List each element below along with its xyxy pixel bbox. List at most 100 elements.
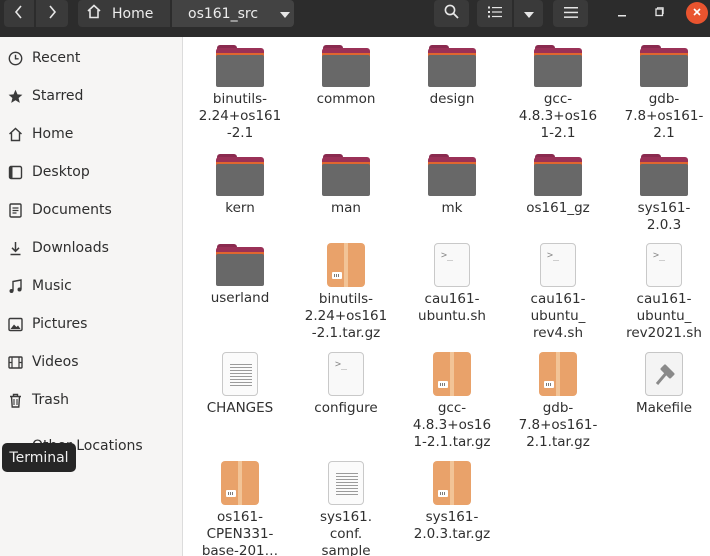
file-item[interactable]: >_ configure [296,352,396,417]
sidebar-item-label: Home [32,126,74,142]
list-view-icon [487,6,502,22]
archive-icon [327,243,365,287]
close-button[interactable] [686,2,708,24]
file-item[interactable]: sys161- 2.0.3 [614,154,710,234]
file-item[interactable]: >_ cau161- ubuntu.sh [402,243,502,325]
file-item[interactable]: binutils- 2.24+os161 -2.1.tar.gz [296,243,396,342]
back-button[interactable] [4,0,34,27]
minimize-icon [617,6,627,20]
folder-icon [216,244,264,286]
sidebar-item-label: Downloads [32,240,109,256]
file-name: gcc- 4.8.3+os16 1-2.1 [518,91,598,141]
file-item[interactable]: CHANGES [190,352,290,417]
home-icon [86,4,102,23]
sidebar-item-documents[interactable]: Documents [0,193,183,227]
folder-icon [640,45,688,87]
sidebar-item-home[interactable]: Home [0,117,183,151]
file-item[interactable]: >_ cau161- ubuntu_ rev2021.sh [614,243,710,342]
file-item[interactable]: gdb- 7.8+os161- 2.1.tar.gz [508,352,608,451]
folder-icon [640,154,688,196]
file-item[interactable]: gdb- 7.8+os161- 2.1 [614,45,710,142]
file-name: design [429,91,475,107]
sidebar: Recent Starred Home Desktop Documents Do… [0,37,183,556]
text-file-icon [328,461,364,505]
file-item[interactable]: common [296,45,396,108]
sidebar-item-starred[interactable]: Starred [0,79,183,113]
folder-icon [216,45,264,87]
sidebar-item-label: Desktop [32,164,90,180]
documents-icon [7,202,23,218]
file-item[interactable]: >_ cau161- ubuntu_ rev4.sh [508,243,608,342]
sidebar-item-label: Videos [32,354,79,370]
clock-icon [7,50,23,66]
music-icon [7,278,23,294]
close-icon [692,6,702,20]
tooltip-label: Terminal [9,449,69,466]
file-name: os161_gz [526,200,590,216]
file-name: sys161- 2.0.3 [637,200,691,233]
file-name: configure [314,400,378,416]
file-item[interactable]: os161- CPEN331- base-201… [190,461,290,556]
sidebar-item-label: Music [32,278,72,294]
search-button[interactable] [434,0,469,27]
file-item[interactable]: gcc- 4.8.3+os16 1-2.1 [508,45,608,142]
file-name: cau161- ubuntu.sh [418,291,486,324]
file-item[interactable]: design [402,45,502,108]
file-name: os161- CPEN331- base-201… [201,509,279,556]
view-toggle-button[interactable] [477,0,512,27]
file-item[interactable]: os161_gz [508,154,608,217]
script-file-icon: >_ [646,243,682,287]
sidebar-item-pictures[interactable]: Pictures [0,307,183,341]
file-name: gdb- 7.8+os161- 2.1 [624,91,704,141]
breadcrumb-home-label: Home [112,5,154,22]
file-name: kern [225,200,255,216]
sidebar-item-trash[interactable]: Trash [0,383,183,417]
header-bar: Home os161_src [0,0,710,37]
sidebar-item-downloads[interactable]: Downloads [0,231,183,265]
download-icon [7,240,23,256]
file-item[interactable]: man [296,154,396,217]
file-item[interactable]: binutils- 2.24+os161 -2.1 [190,45,290,142]
sidebar-item-videos[interactable]: Videos [0,345,183,379]
trash-icon [7,392,23,408]
file-item[interactable]: sys161. conf. sample [296,461,396,556]
folder-icon [322,45,370,87]
chevron-left-icon [14,4,24,23]
sidebar-item-recent[interactable]: Recent [0,41,183,75]
file-name: Makefile [635,400,693,416]
search-icon [444,4,459,23]
sidebar-item-music[interactable]: Music [0,269,183,303]
sidebar-item-desktop[interactable]: Desktop [0,155,183,189]
breadcrumb-home[interactable]: Home [78,0,170,27]
video-icon [7,354,23,370]
minimize-button[interactable] [611,2,633,24]
pictures-icon [7,316,23,332]
archive-icon [433,461,471,505]
main-menu-button[interactable] [553,0,588,27]
sidebar-item-label: Starred [32,88,84,104]
maximize-button[interactable] [648,2,670,24]
chevron-down-icon [280,6,291,22]
file-name: mk [441,200,463,216]
file-item[interactable]: Makefile [614,352,710,417]
file-name: sys161. conf. sample [319,509,373,556]
sidebar-item-label: Trash [32,392,69,408]
sidebar-item-label: Documents [32,202,112,218]
script-file-icon: >_ [434,243,470,287]
file-item[interactable]: gcc- 4.8.3+os16 1-2.1.tar.gz [402,352,502,451]
view-options-button[interactable] [514,0,543,27]
folder-icon [428,154,476,196]
breadcrumb-current[interactable]: os161_src [172,0,294,27]
file-item[interactable]: sys161- 2.0.3.tar.gz [402,461,502,543]
chevron-down-icon [523,6,534,22]
file-name: cau161- ubuntu_ rev4.sh [530,291,586,341]
file-item[interactable]: userland [190,244,290,307]
folder-icon [534,45,582,87]
file-name: man [331,200,361,216]
file-item[interactable]: kern [190,154,290,217]
file-item[interactable]: mk [402,154,502,217]
forward-button[interactable] [36,0,68,27]
desktop-icon [7,164,23,180]
file-name: gdb- 7.8+os161- 2.1.tar.gz [518,400,598,450]
star-icon [7,88,23,104]
